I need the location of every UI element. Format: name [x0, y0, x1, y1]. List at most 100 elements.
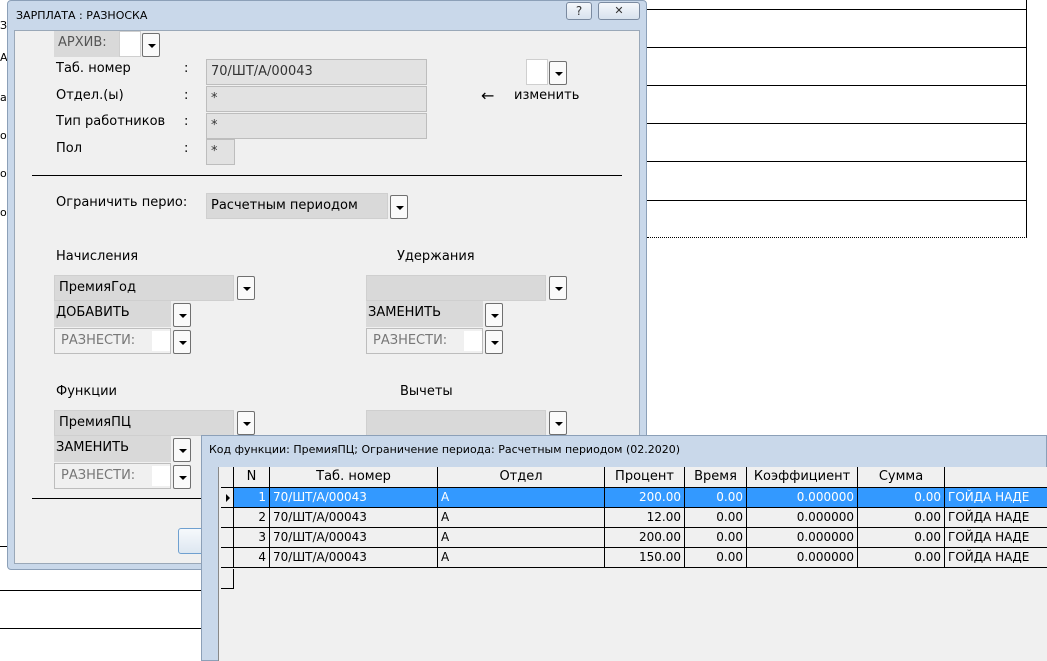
deductions-label: Удержания	[397, 249, 475, 264]
column-header[interactable]: Таб. номер	[270, 467, 438, 488]
close-button[interactable]: ✕	[598, 2, 640, 20]
change-dropdown[interactable]	[549, 61, 567, 85]
dept-label: Отдел.(ы)	[56, 88, 124, 103]
dept-field[interactable]: *	[206, 86, 427, 112]
table-cell[interactable]: ГОЙДА НАДЕ	[945, 488, 1047, 508]
table-cell[interactable]: ГОЙДА НАДЕ	[945, 548, 1047, 568]
row-pointer-icon	[226, 494, 230, 502]
table-cell[interactable]: 200.00	[605, 488, 685, 508]
deduction-dropdown[interactable]	[549, 276, 567, 300]
accrual-action-dropdown[interactable]	[173, 303, 191, 327]
table-cell[interactable]: 0.00	[858, 548, 945, 568]
column-header[interactable]: Время	[685, 467, 747, 488]
colon: :	[184, 114, 189, 129]
deduction-distribute-dropdown[interactable]	[485, 330, 503, 354]
colon: :	[184, 61, 189, 76]
sex-field[interactable]: *	[206, 139, 235, 165]
table-cell[interactable]: 70/ШТ/А/00043	[270, 548, 438, 568]
table-cell[interactable]: 0.000000	[747, 528, 858, 548]
accrual-distribute-dropdown[interactable]	[173, 330, 191, 354]
table-cell[interactable]: 70/ШТ/А/00043	[270, 528, 438, 548]
function-action-field[interactable]: ЗАМЕНИТЬ	[54, 436, 171, 462]
table-cell[interactable]: 150.00	[605, 548, 685, 568]
arrow-left-icon: ←	[481, 86, 495, 105]
accruals-label: Начисления	[56, 249, 139, 264]
row-indicator[interactable]	[221, 548, 234, 568]
deduction-action-field[interactable]: ЗАМЕНИТЬ	[366, 301, 483, 327]
row-indicator[interactable]	[221, 488, 234, 508]
grid-empty-indicator	[221, 569, 234, 589]
worker-type-label: Тип работников	[56, 114, 166, 129]
table-cell[interactable]: 0.00	[858, 508, 945, 528]
archive-box[interactable]	[119, 31, 141, 57]
table-cell[interactable]: 0.00	[685, 488, 747, 508]
colon: :	[184, 141, 189, 156]
function-distribute-dropdown[interactable]	[173, 465, 191, 489]
change-box[interactable]	[526, 59, 548, 85]
accrual-field[interactable]: ПремияГод	[54, 275, 234, 301]
table-cell[interactable]: 0.00	[858, 488, 945, 508]
function-field[interactable]: ПремияПЦ	[54, 410, 234, 436]
tab-number-field[interactable]: 70/ШТ/А/00043	[206, 59, 427, 85]
table-cell[interactable]: 4	[234, 548, 270, 568]
column-header[interactable]: Отдел	[438, 467, 605, 488]
vychety-dropdown[interactable]	[549, 411, 567, 435]
bg-text: З	[0, 19, 8, 32]
limit-period-dropdown[interactable]	[390, 195, 408, 219]
deduction-action-dropdown[interactable]	[485, 303, 503, 327]
help-icon: ?	[575, 4, 583, 18]
dialog-title: ЗАРПЛАТА : РАЗНОСКА	[16, 9, 148, 22]
sex-label: Пол	[56, 141, 83, 156]
archive-dropdown[interactable]	[142, 33, 160, 57]
table-cell[interactable]: 3	[234, 528, 270, 548]
table-cell[interactable]: 0.000000	[747, 548, 858, 568]
table-cell[interactable]: ГОЙДА НАДЕ	[945, 508, 1047, 528]
column-header-extra	[945, 467, 1047, 488]
table-cell[interactable]: 0.00	[685, 548, 747, 568]
grid-header-corner	[221, 467, 234, 488]
table-cell[interactable]: А	[438, 488, 605, 508]
divider	[32, 498, 212, 499]
change-label[interactable]: изменить	[514, 88, 579, 103]
table-cell[interactable]: 1	[234, 488, 270, 508]
bg-text: а	[0, 91, 7, 104]
vychety-field[interactable]	[366, 410, 546, 436]
column-header[interactable]: Сумма	[858, 467, 945, 488]
table-cell[interactable]: 0.000000	[747, 508, 858, 528]
table-cell[interactable]: 0.00	[858, 528, 945, 548]
table-cell[interactable]: 2	[234, 508, 270, 528]
accrual-distribute[interactable]: РАЗНЕСТИ:	[54, 328, 171, 354]
deduction-field[interactable]	[366, 275, 546, 301]
table-cell[interactable]: ГОЙДА НАДЕ	[945, 528, 1047, 548]
accrual-action-field[interactable]: ДОБАВИТЬ	[54, 301, 171, 327]
table-cell[interactable]: 70/ШТ/А/00043	[270, 508, 438, 528]
column-header[interactable]: Процент	[605, 467, 685, 488]
archive-label: АРХИВ:	[54, 31, 119, 57]
row-indicator[interactable]	[221, 508, 234, 528]
function-distribute[interactable]: РАЗНЕСТИ:	[54, 463, 171, 489]
limit-period-field[interactable]: Расчетным периодом	[206, 193, 388, 219]
bg-text: о	[0, 206, 7, 219]
function-dropdown[interactable]	[237, 411, 255, 435]
deduction-distribute[interactable]: РАЗНЕСТИ:	[366, 328, 483, 354]
column-header[interactable]: N	[234, 467, 270, 488]
vychety-label: Вычеты	[400, 384, 453, 399]
table-cell[interactable]: 200.00	[605, 528, 685, 548]
table-cell[interactable]: 0.000000	[747, 488, 858, 508]
colon: :	[184, 88, 189, 103]
table-cell[interactable]: А	[438, 528, 605, 548]
table-cell[interactable]: А	[438, 548, 605, 568]
accrual-dropdown[interactable]	[237, 276, 255, 300]
help-button[interactable]: ?	[566, 2, 592, 20]
function-action-dropdown[interactable]	[173, 438, 191, 462]
table-cell[interactable]: 12.00	[605, 508, 685, 528]
column-header[interactable]: Коэффициент	[747, 467, 858, 488]
row-indicator[interactable]	[221, 528, 234, 548]
bg-text: о	[0, 167, 7, 180]
worker-type-field[interactable]: *	[206, 113, 427, 139]
table-cell[interactable]: 0.00	[685, 508, 747, 528]
limit-period-label: Ограничить перио:	[56, 195, 188, 210]
table-cell[interactable]: 0.00	[685, 528, 747, 548]
table-cell[interactable]: 70/ШТ/А/00043	[270, 488, 438, 508]
table-cell[interactable]: А	[438, 508, 605, 528]
